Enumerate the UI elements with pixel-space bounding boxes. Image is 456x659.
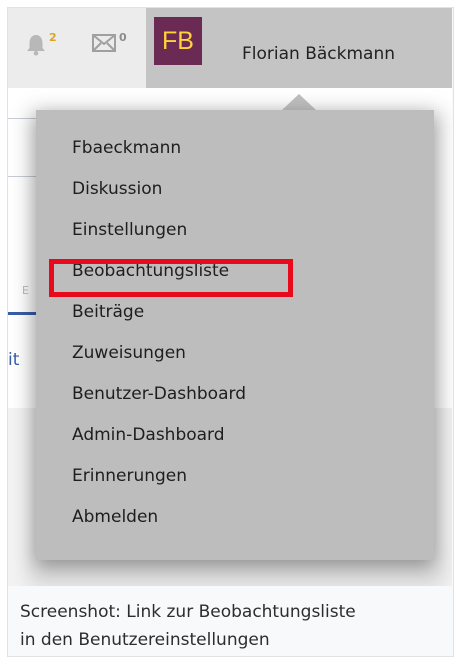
messages-button[interactable]: 0 xyxy=(92,31,127,56)
menu-item-diskussion[interactable]: Diskussion xyxy=(72,179,162,199)
menu-item-abmelden[interactable]: Abmelden xyxy=(72,507,158,527)
menu-item-admin-dashboard[interactable]: Admin-Dashboard xyxy=(72,425,225,445)
messages-count: 0 xyxy=(119,31,127,44)
menu-item-benutzer-dashboard[interactable]: Benutzer-Dashboard xyxy=(72,384,246,404)
screenshot: 2 0 FB Florian Bäckmann E it Fbaeckmann … xyxy=(8,8,452,586)
caption-line-2: in den Benutzereinstellungen xyxy=(20,630,270,650)
highlight-box xyxy=(49,259,293,297)
image-caption: Screenshot: Link zur Beobachtungsliste i… xyxy=(20,598,445,654)
menu-item-einstellungen[interactable]: Einstellungen xyxy=(72,220,187,240)
top-bar: 2 0 FB Florian Bäckmann xyxy=(8,8,452,88)
menu-item-fbaeckmann[interactable]: Fbaeckmann xyxy=(72,138,181,158)
user-menu-toggle[interactable]: FB Florian Bäckmann xyxy=(146,8,452,88)
avatar[interactable]: FB xyxy=(154,17,202,65)
notifications-button[interactable]: 2 xyxy=(26,31,57,60)
bell-icon xyxy=(26,34,46,60)
user-name[interactable]: Florian Bäckmann xyxy=(242,44,395,64)
menu-caret xyxy=(282,94,316,110)
partial-link[interactable]: it xyxy=(8,350,19,370)
user-dropdown-menu: Fbaeckmann Diskussion Einstellungen Beob… xyxy=(36,110,434,560)
menu-item-beitraege[interactable]: Beiträge xyxy=(72,302,144,322)
mail-icon xyxy=(92,34,116,56)
notifications-count: 2 xyxy=(49,31,57,44)
menu-item-erinnerungen[interactable]: Erinnerungen xyxy=(72,466,187,486)
caption-line-1: Screenshot: Link zur Beobachtungsliste xyxy=(20,602,356,622)
menu-item-zuweisungen[interactable]: Zuweisungen xyxy=(72,343,186,363)
